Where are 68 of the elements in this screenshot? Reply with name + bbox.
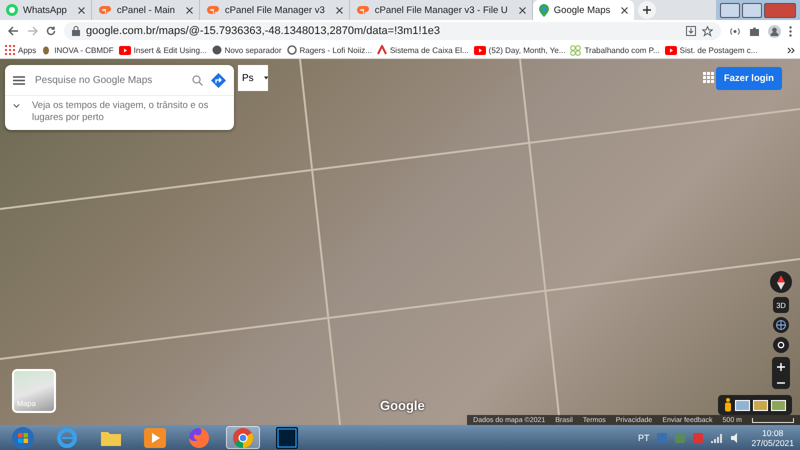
menu-icon[interactable] — [13, 76, 25, 84]
browser-tab[interactable]: Google Maps — [532, 0, 634, 20]
imagery-thumbnail[interactable] — [735, 400, 750, 410]
close-icon[interactable] — [78, 6, 85, 14]
close-icon[interactable] — [621, 6, 628, 14]
back-icon[interactable] — [8, 26, 19, 36]
imagery-thumbnail[interactable] — [753, 400, 768, 410]
pegman-icon[interactable] — [724, 398, 732, 412]
zoom-control[interactable] — [772, 357, 790, 389]
start-orb-icon[interactable] — [11, 426, 35, 450]
close-icon[interactable] — [336, 6, 343, 14]
bookmark[interactable]: Sistema de Caixa El... — [376, 45, 469, 55]
install-icon[interactable] — [686, 26, 696, 36]
bookmark[interactable]: Ragers - Lofi Noiiz... — [286, 45, 372, 55]
broadcast-icon[interactable] — [729, 26, 741, 36]
scale-bar — [752, 418, 794, 422]
signal-icon[interactable] — [711, 432, 724, 442]
search-icon[interactable] — [192, 74, 203, 86]
clock[interactable]: 10:08 27/05/2021 — [751, 428, 794, 448]
close-icon[interactable] — [186, 6, 193, 14]
bookmark[interactable]: Insert & Edit Using... — [118, 46, 207, 54]
logo-icon — [98, 5, 112, 15]
grid-icon — [5, 45, 15, 55]
bookmark[interactable]: (52) Day, Month, Ye... — [474, 46, 566, 54]
location-icon[interactable] — [773, 337, 789, 353]
zoom-in-icon[interactable] — [777, 362, 785, 370]
caret-icon — [264, 76, 268, 80]
star-icon[interactable] — [702, 26, 713, 36]
kebab-menu-icon[interactable] — [789, 26, 792, 36]
window-controls[interactable] — [716, 0, 800, 20]
close-icon[interactable] — [518, 6, 526, 14]
hint-text: Veja os tempos de viagem, o trânsito e os lugares por perto — [32, 100, 210, 124]
puzzle-icon[interactable] — [749, 26, 760, 36]
reload-icon[interactable] — [46, 26, 56, 36]
bookmark[interactable]: Trabalhando com P... — [570, 44, 660, 56]
flower-icon — [570, 44, 582, 56]
map-background[interactable] — [0, 59, 800, 425]
browser-tab[interactable]: cPanel File Manager v3 - File U — [350, 0, 533, 20]
play-icon — [474, 46, 486, 54]
chat-icon — [6, 4, 18, 16]
directions-icon[interactable] — [211, 72, 226, 88]
login-button[interactable]: Fazer login — [716, 67, 782, 90]
category-dropdown[interactable]: Ps — [238, 65, 268, 91]
bookmark[interactable]: Sist. de Postagem c... — [664, 46, 758, 54]
chevron-icon[interactable] — [787, 46, 795, 54]
ring-icon — [286, 45, 296, 55]
chevron-down-icon[interactable] — [13, 103, 20, 109]
bookmark[interactable]: Novo separador — [212, 45, 282, 55]
address-bar[interactable]: google.com.br/maps/@-15.7936363,-48.1348013,2870m/data=!3m1!1e3 — [64, 22, 721, 40]
logo-icon — [376, 45, 387, 55]
search-field[interactable]: Pesquise no Google Maps — [33, 74, 184, 86]
profile-icon[interactable] — [768, 24, 781, 38]
apps-grid-icon[interactable] — [703, 72, 714, 83]
logo-icon — [356, 5, 370, 15]
media-player-icon[interactable] — [144, 428, 166, 448]
imagery-thumbnail[interactable] — [771, 400, 786, 410]
play-icon — [664, 46, 677, 54]
play-icon — [118, 46, 131, 54]
bookmark[interactable]: Apps — [5, 45, 36, 55]
language-indicator[interactable]: PT — [638, 432, 650, 442]
map-logo: Google — [380, 398, 425, 413]
lock-icon — [72, 26, 80, 36]
map-pin-icon — [538, 4, 549, 16]
street-view-control[interactable] — [718, 395, 792, 415]
logo-icon — [206, 5, 220, 15]
new-tab-icon[interactable] — [638, 1, 656, 19]
chrome-icon[interactable] — [232, 426, 254, 448]
bookmark[interactable]: INOVA - CBMDF — [41, 45, 114, 55]
